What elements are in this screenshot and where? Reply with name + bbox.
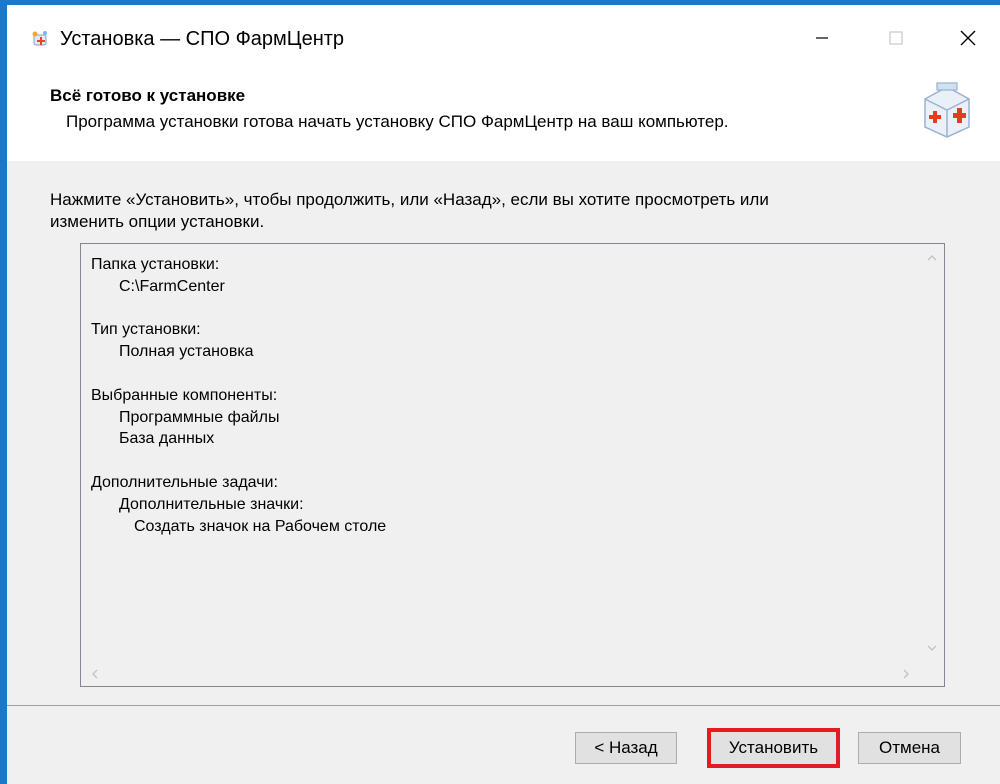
- page-title: Всё готово к установке: [50, 86, 246, 105]
- memo-tasks-label: Дополнительные задачи:: [91, 473, 278, 491]
- memo-components-label: Выбранные компоненты:: [91, 386, 278, 404]
- first-aid-kit-icon: [924, 82, 970, 138]
- close-button[interactable]: [939, 14, 997, 62]
- memo-text: Папка установки: C:\FarmCenter Тип устан…: [91, 254, 386, 537]
- memo-setup-type-label: Тип установки:: [91, 321, 201, 339]
- app-setup-icon: [32, 31, 47, 46]
- scroll-up-icon[interactable]: [926, 252, 938, 264]
- scroll-right-icon[interactable]: [900, 668, 912, 680]
- maximize-button[interactable]: [867, 14, 925, 62]
- instructions-line-1: Нажмите «Установить», чтобы продолжить, …: [50, 190, 769, 209]
- install-button[interactable]: Установить: [707, 728, 840, 768]
- cancel-button[interactable]: Отмена: [858, 732, 961, 764]
- ready-memo[interactable]: Папка установки: C:\FarmCenter Тип устан…: [80, 243, 945, 687]
- horizontal-scrollbar[interactable]: [81, 662, 920, 686]
- back-button[interactable]: < Назад: [575, 732, 677, 764]
- scroll-left-icon[interactable]: [89, 668, 101, 680]
- scroll-down-icon[interactable]: [926, 642, 938, 654]
- minimize-button[interactable]: [793, 14, 851, 62]
- title-bar[interactable]: Установка — СПО ФармЦентр: [7, 5, 1000, 71]
- minimize-icon: [816, 37, 828, 39]
- window-title: Установка — СПО ФармЦентр: [60, 28, 345, 50]
- vertical-scrollbar[interactable]: [920, 244, 944, 662]
- memo-tasks-group: Дополнительные значки:: [119, 495, 304, 513]
- instructions-text: Нажмите «Установить», чтобы продолжить, …: [50, 189, 900, 233]
- memo-component-item: Программные файлы: [119, 408, 280, 426]
- memo-install-folder-label: Папка установки:: [91, 256, 220, 273]
- memo-component-item: База данных: [119, 430, 215, 448]
- maximize-icon: [889, 31, 903, 45]
- instructions-line-2: изменить опции установки.: [50, 212, 265, 231]
- close-icon: [960, 30, 976, 46]
- wizard-footer: < Назад Установить Отмена: [7, 706, 1000, 784]
- memo-setup-type-value: Полная установка: [119, 343, 254, 361]
- wizard-content: Нажмите «Установить», чтобы продолжить, …: [7, 161, 1000, 705]
- wizard-header: Всё готово к установке Программа установ…: [7, 71, 1000, 161]
- memo-task-item: Создать значок на Рабочем столе: [134, 517, 387, 535]
- memo-install-folder-value: C:\FarmCenter: [119, 277, 225, 295]
- window-border-left: [0, 0, 7, 784]
- scroll-corner: [920, 662, 944, 686]
- page-subtitle: Программа установки готова начать устано…: [66, 112, 729, 131]
